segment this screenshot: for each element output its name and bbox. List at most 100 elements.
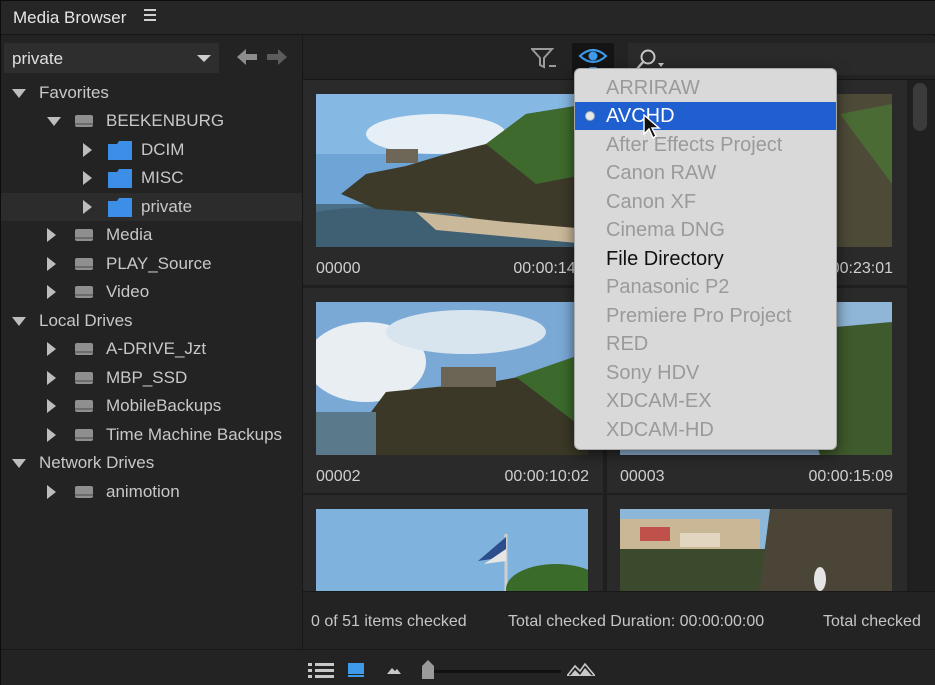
expand-toggle-icon[interactable] (83, 171, 92, 185)
mountain-small-icon[interactable] (387, 666, 401, 674)
menu-item-after-effects-project[interactable]: After Effects Project (575, 131, 836, 159)
menu-item-file-directory[interactable]: File Directory (575, 245, 836, 273)
items-checked-count: 0 of 51 items checked (311, 613, 467, 630)
tree-item-label: animotion (106, 482, 180, 501)
tree-item-favorites[interactable]: Favorites (1, 79, 302, 107)
expand-toggle-icon[interactable] (83, 200, 92, 214)
panel-title: Media Browser (13, 8, 127, 27)
tree-item-label: BEEKENBURG (106, 111, 225, 130)
expand-toggle-icon[interactable] (47, 117, 61, 126)
tree-item-video[interactable]: Video (1, 278, 302, 306)
menu-item-canon-raw[interactable]: Canon RAW (575, 159, 836, 187)
expand-toggle-icon[interactable] (83, 143, 92, 157)
tree-item-dcim[interactable]: DCIM (1, 136, 302, 164)
menu-item-avchd[interactable]: AVCHD (575, 102, 836, 130)
menu-item-xdcam-ex[interactable]: XDCAM-EX (575, 387, 836, 415)
clip-name: 00003 (620, 468, 665, 485)
expand-toggle-icon[interactable] (47, 342, 56, 356)
panel-menu-icon[interactable] (144, 9, 156, 23)
drive-icon (75, 229, 93, 241)
menu-item-xdcam-hd[interactable]: XDCAM-HD (575, 416, 836, 444)
menu-item-label: Panasonic P2 (606, 276, 730, 298)
drive-icon (75, 115, 93, 127)
tree-item-mobilebackups[interactable]: MobileBackups (1, 392, 302, 420)
filter-icon[interactable] (531, 47, 557, 71)
menu-item-label: XDCAM-EX (606, 390, 712, 412)
tree-item-label: Local Drives (39, 311, 133, 330)
expand-toggle-icon[interactable] (12, 89, 26, 98)
radio-selected-icon (585, 111, 595, 121)
clip-name: 00000 (316, 260, 361, 277)
tree-item-play-source[interactable]: PLAY_Source (1, 250, 302, 278)
expand-toggle-icon[interactable] (47, 371, 56, 385)
expand-toggle-icon[interactable] (47, 399, 56, 413)
menu-item-label: Premiere Pro Project (606, 305, 792, 327)
expand-toggle-icon[interactable] (47, 228, 56, 242)
clip-duration: 00:00:10:02 (504, 468, 589, 485)
menu-item-panasonic-p2[interactable]: Panasonic P2 (575, 273, 836, 301)
expand-toggle-icon[interactable] (47, 257, 56, 271)
folder-icon (108, 141, 132, 160)
zoom-slider-track[interactable] (421, 670, 561, 673)
tree-item-misc[interactable]: MISC (1, 164, 302, 192)
clip-thumbnail (316, 94, 588, 247)
menu-item-premiere-pro-project[interactable]: Premiere Pro Project (575, 302, 836, 330)
menu-item-cinema-dng[interactable]: Cinema DNG (575, 216, 836, 244)
tree-item-beekenburg[interactable]: BEEKENBURG (1, 107, 302, 135)
tree-item-label: MISC (141, 168, 184, 187)
expand-toggle-icon[interactable] (47, 285, 56, 299)
clip-tile[interactable]: 00002 00:00:10:02 (303, 288, 603, 493)
mouse-pointer-icon (643, 114, 661, 140)
tree-item-label: Video (106, 282, 150, 301)
icon-view-icon[interactable] (347, 662, 365, 678)
location-tree: Favorites BEEKENBURG DCIM MISC private M… (1, 79, 302, 649)
clip-tile[interactable]: 00000 00:00:14:2 (303, 80, 603, 285)
menu-item-canon-xf[interactable]: Canon XF (575, 188, 836, 216)
grid-scrollbar[interactable] (909, 80, 935, 591)
drive-icon (75, 400, 93, 412)
tree-item-label: PLAY_Source (106, 254, 212, 273)
menu-item-arriraw[interactable]: ARRIRAW (575, 74, 836, 102)
clip-thumbnail (316, 509, 588, 591)
menu-item-label: Canon RAW (606, 162, 717, 184)
mountain-large-icon[interactable] (567, 662, 595, 676)
menu-item-label: File Directory (606, 248, 724, 270)
expand-toggle-icon[interactable] (12, 459, 26, 468)
tree-item-label: MBP_SSD (106, 368, 188, 387)
expand-toggle-icon[interactable] (47, 428, 56, 442)
menu-item-label: Cinema DNG (606, 219, 725, 241)
zoom-slider-handle[interactable] (420, 660, 436, 680)
menu-item-red[interactable]: RED (575, 330, 836, 358)
tree-item-media[interactable]: Media (1, 221, 302, 249)
location-dropdown[interactable]: private (4, 43, 219, 73)
expand-toggle-icon[interactable] (47, 485, 56, 499)
scrollbar-thumb[interactable] (913, 83, 927, 131)
arrow-left-icon[interactable] (237, 49, 257, 65)
tree-item-animotion[interactable]: animotion (1, 478, 302, 506)
menu-item-label: Sony HDV (606, 362, 700, 384)
clip-tile[interactable] (303, 495, 603, 591)
tree-item-a-drive[interactable]: A-DRIVE_Jzt (1, 335, 302, 363)
tree-item-time-machine[interactable]: Time Machine Backups (1, 421, 302, 449)
status-bar: 0 of 51 items checked Total checked Dura… (303, 591, 935, 649)
drive-icon (75, 258, 93, 270)
tree-item-private[interactable]: private (1, 193, 302, 221)
tree-item-mbp-ssd[interactable]: MBP_SSD (1, 364, 302, 392)
tree-item-local-drives[interactable]: Local Drives (1, 307, 302, 335)
folder-icon (108, 198, 132, 217)
menu-item-label: AVCHD (606, 105, 675, 127)
arrow-right-icon[interactable] (267, 49, 287, 65)
list-view-icon[interactable] (308, 662, 334, 678)
tree-item-network-drives[interactable]: Network Drives (1, 449, 302, 477)
menu-item-label: RED (606, 333, 649, 355)
tree-item-label: DCIM (141, 140, 185, 159)
expand-toggle-icon[interactable] (12, 317, 26, 326)
clip-tile[interactable] (607, 495, 907, 591)
menu-item-sony-hdv[interactable]: Sony HDV (575, 359, 836, 387)
drive-icon (75, 343, 93, 355)
clip-name: 00002 (316, 468, 361, 485)
location-dropdown-value: private (12, 49, 64, 68)
clip-thumbnail (316, 302, 588, 455)
drive-icon (75, 429, 93, 441)
menu-item-label: After Effects Project (606, 134, 783, 156)
